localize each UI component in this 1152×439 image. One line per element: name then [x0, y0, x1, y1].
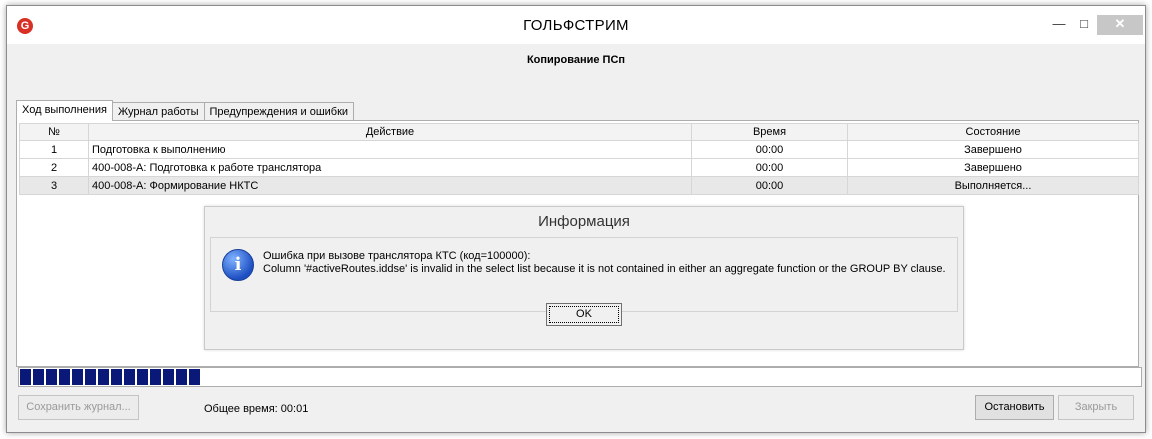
close-button[interactable]: Закрыть [1058, 395, 1134, 420]
progress-bar-fill [20, 369, 200, 385]
window-title: ГОЛЬФСТРИМ [523, 17, 629, 34]
table-header-row: № Действие Время Состояние [19, 123, 1139, 141]
table-row[interactable]: 2 400-008-А: Подготовка к работе трансля… [19, 158, 1139, 177]
row-time: 00:00 [691, 140, 848, 159]
row-number: 1 [19, 140, 89, 159]
column-header-state[interactable]: Состояние [847, 123, 1139, 141]
row-state: Завершено [847, 140, 1139, 159]
column-header-number[interactable]: № [19, 123, 89, 141]
info-icon: i [222, 249, 254, 281]
save-log-button[interactable]: Сохранить журнал... [18, 395, 139, 420]
row-action: Подготовка к выполнению [88, 140, 692, 159]
row-action: 400-008-А: Формирование НКТС [88, 176, 692, 195]
ok-button[interactable]: OK [546, 303, 622, 326]
error-message-line1: Ошибка при вызове транслятора КТС (код=1… [263, 250, 531, 262]
row-state: Завершено [847, 158, 1139, 177]
actions-table: № Действие Время Состояние 1 Подготовка … [19, 123, 1139, 195]
dialog-title: Информация [538, 213, 630, 230]
row-state: Выполняется... [847, 176, 1139, 195]
progress-bar [18, 367, 1142, 387]
row-action: 400-008-А: Подготовка к работе транслято… [88, 158, 692, 177]
tab-strip: Ход выполнения Журнал работы Предупрежде… [16, 100, 355, 121]
title-bar: G ГОЛЬФСТРИМ — □ ✕ [7, 6, 1145, 44]
row-number: 2 [19, 158, 89, 177]
dialog-message-area: i Ошибка при вызове транслятора КТС (код… [210, 237, 958, 312]
error-message-line2: Column '#activeRoutes.iddse' is invalid … [263, 263, 946, 275]
tab-warnings-errors[interactable]: Предупреждения и ошибки [203, 102, 355, 121]
operation-title: Копирование ПСп [526, 54, 626, 66]
total-time: Общее время: 00:01 [204, 403, 309, 415]
tab-work-log[interactable]: Журнал работы [111, 102, 205, 121]
row-number: 3 [19, 176, 89, 195]
maximize-button[interactable]: □ [1071, 15, 1097, 35]
column-header-action[interactable]: Действие [88, 123, 692, 141]
row-time: 00:00 [691, 158, 848, 177]
row-time: 00:00 [691, 176, 848, 195]
tab-progress[interactable]: Ход выполнения [16, 100, 113, 121]
minimize-button[interactable]: — [1047, 15, 1071, 35]
close-window-button[interactable]: ✕ [1097, 15, 1143, 35]
table-row[interactable]: 1 Подготовка к выполнению 00:00 Завершен… [19, 140, 1139, 159]
column-header-time[interactable]: Время [691, 123, 848, 141]
stop-button[interactable]: Остановить [975, 395, 1054, 420]
operation-header: Копирование ПСп [15, 44, 1137, 96]
table-row[interactable]: 3 400-008-А: Формирование НКТС 00:00 Вып… [19, 176, 1139, 195]
main-window: G ГОЛЬФСТРИМ — □ ✕ Копирование ПСп Ход в… [6, 5, 1146, 433]
info-dialog: Информация i Ошибка при вызове транслято… [204, 206, 964, 350]
